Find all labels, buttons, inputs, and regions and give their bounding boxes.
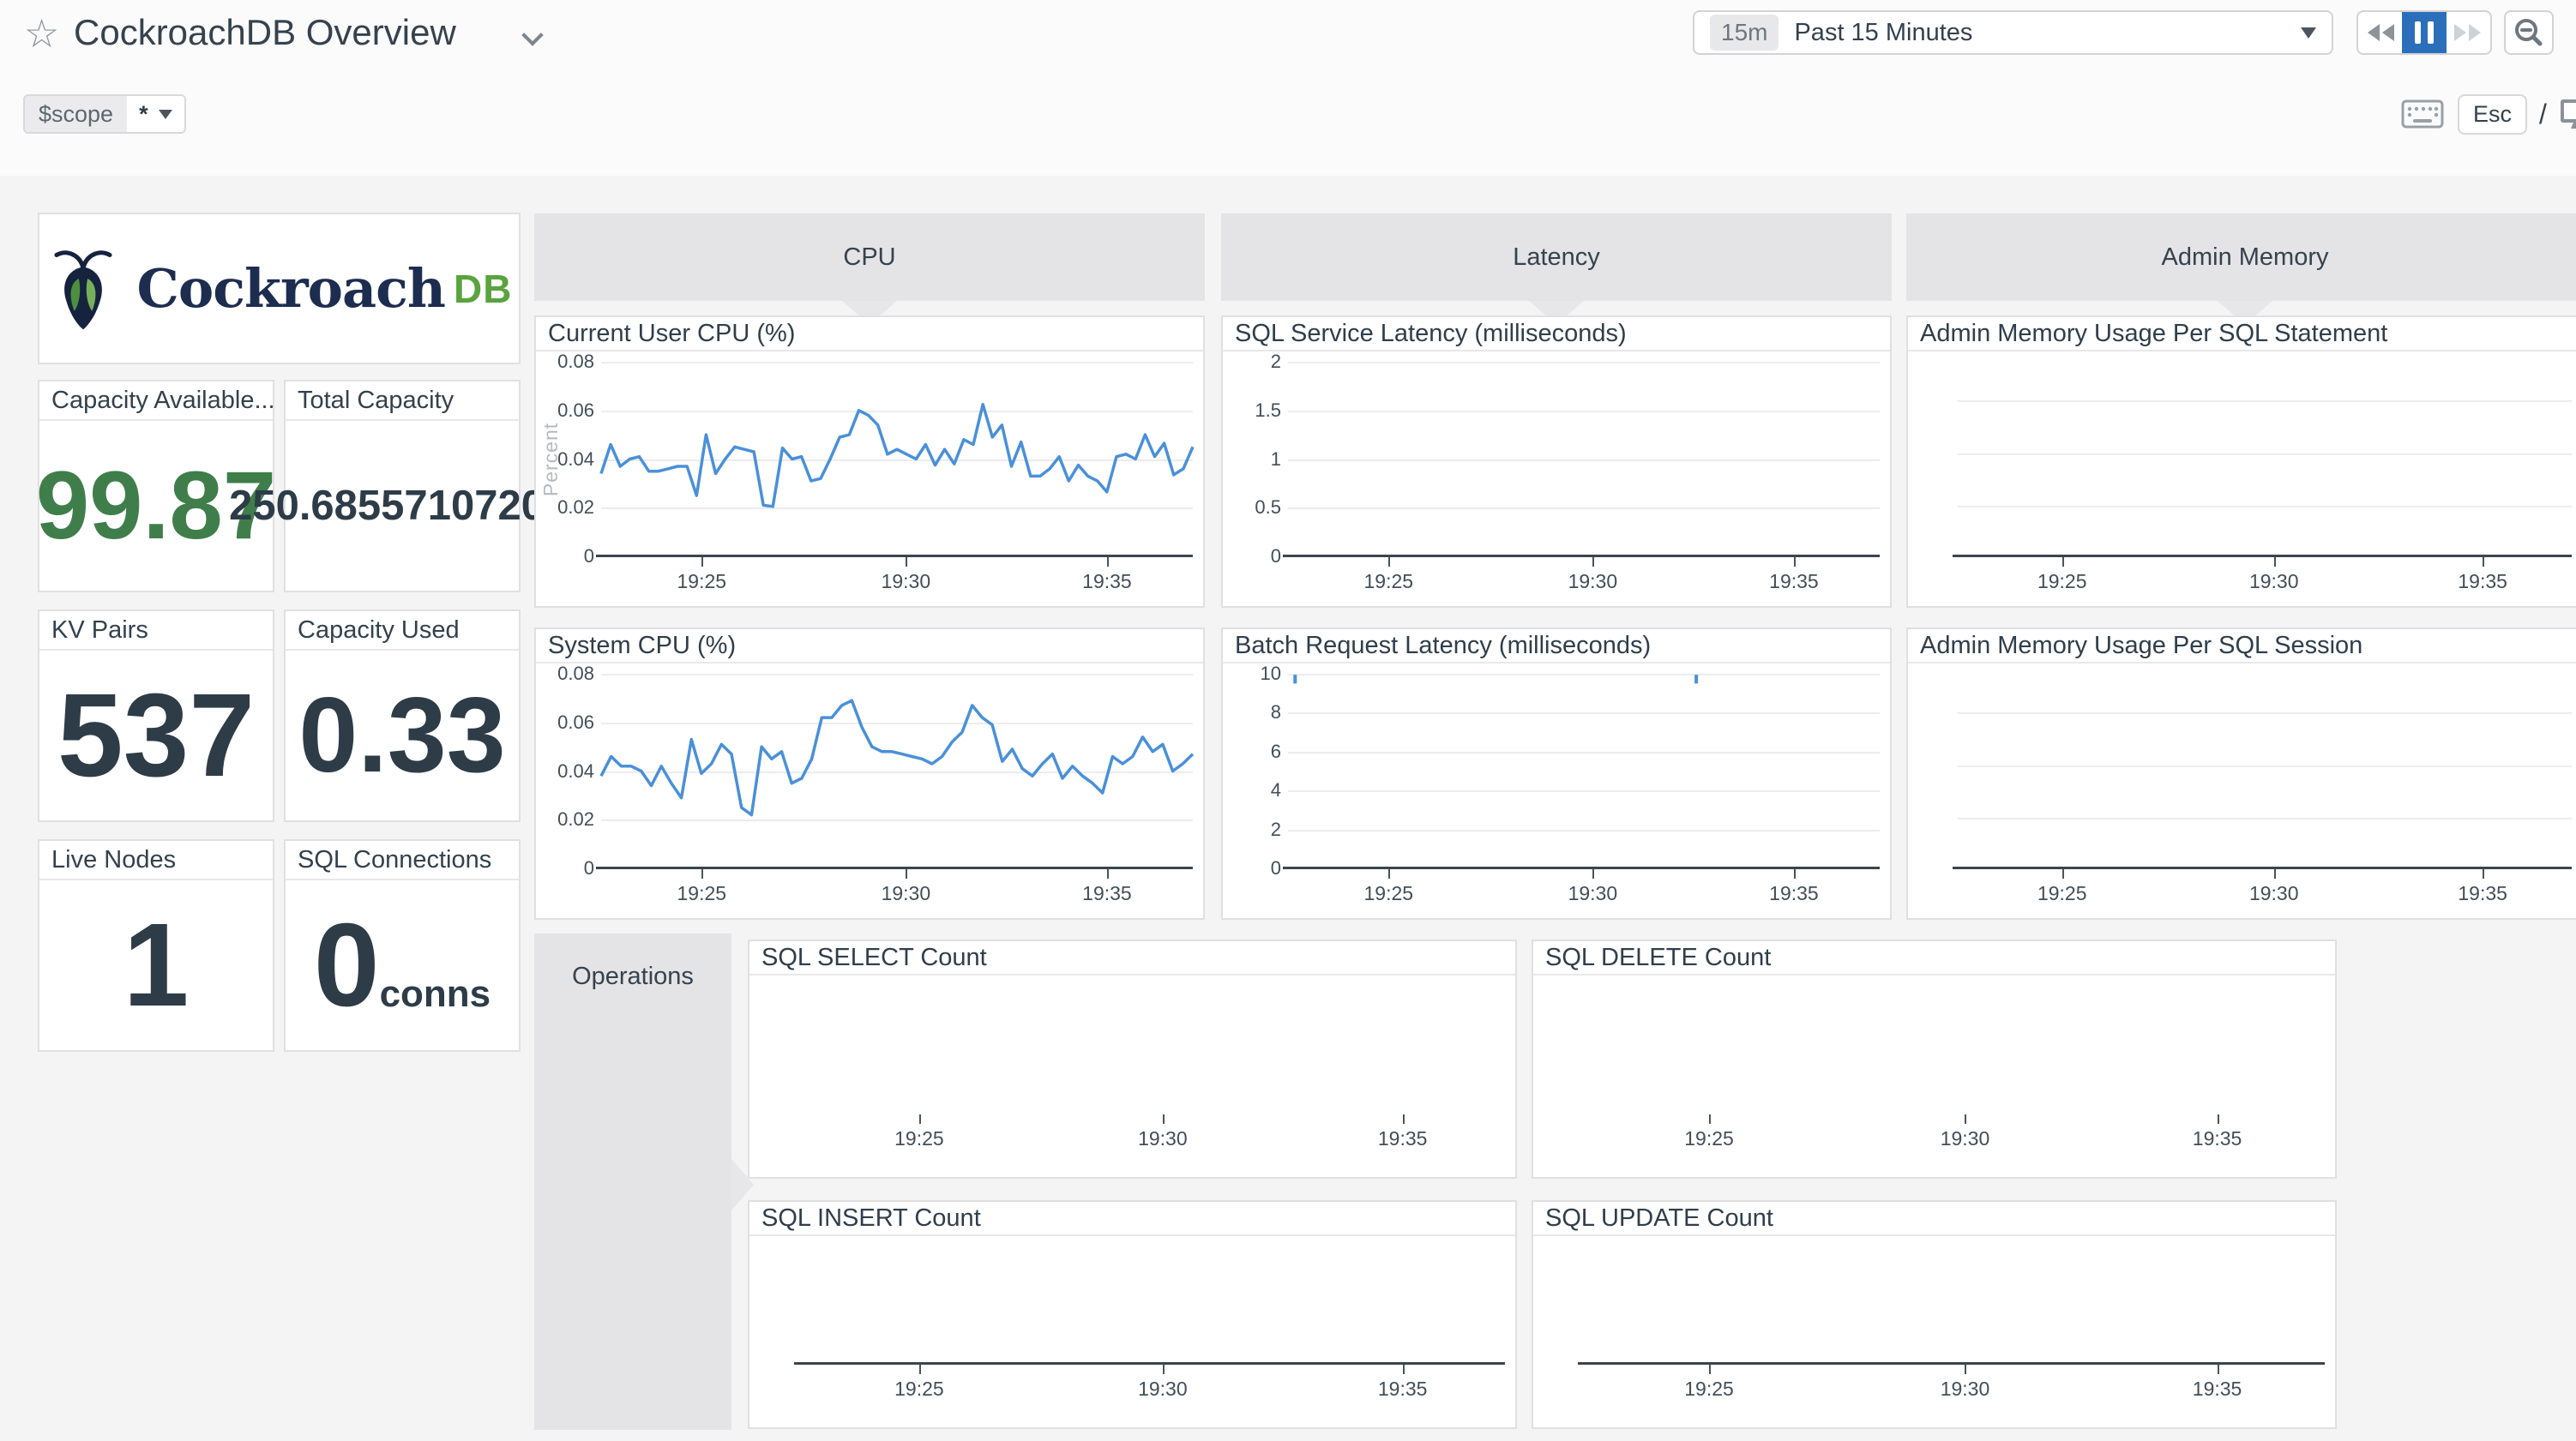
group-label: Admin Memory xyxy=(2162,243,2329,272)
chart-system-cpu[interactable]: System CPU (%) 0.080.060.040.02019:2519:… xyxy=(534,627,1205,920)
timeline-playback-controls xyxy=(2356,10,2492,55)
stat-capacity-used[interactable]: Capacity Used 0.33 xyxy=(284,609,521,822)
stat-sql-connections[interactable]: SQL Connections 0 conns xyxy=(284,839,521,1052)
stat-title: Capacity Used xyxy=(286,611,519,651)
cockroach-bug-icon xyxy=(46,244,120,333)
esc-key-badge[interactable]: Esc xyxy=(2458,94,2527,135)
chart-title: SQL INSERT Count xyxy=(749,1202,1515,1236)
dropdown-caret-icon xyxy=(2301,27,2316,39)
stat-unit: conns xyxy=(380,973,491,1016)
stat-kv-pairs[interactable]: KV Pairs 537 xyxy=(38,609,274,822)
fast-forward-icon xyxy=(2451,21,2485,45)
time-range-label: Past 15 Minutes xyxy=(1794,19,1972,47)
chart-plot-area: 19:2519:3019:35 xyxy=(799,986,1505,1114)
chart-title: Admin Memory Usage Per SQL Session xyxy=(1908,629,2576,663)
stat-value: 0 xyxy=(314,906,380,1024)
group-label: CPU xyxy=(843,243,895,272)
chart-sql-select-count[interactable]: SQL SELECT Count 19:2519:3019:35 xyxy=(748,940,1517,1179)
rewind-icon xyxy=(2363,21,2398,45)
time-range-picker[interactable]: 15m Past 15 Minutes xyxy=(1693,10,2333,55)
chart-title: System CPU (%) xyxy=(536,629,1203,663)
chart-admin-memory-per-sql-statement[interactable]: Admin Memory Usage Per SQL Statement 19:… xyxy=(1906,315,2576,608)
fullscreen-monitor-icon[interactable] xyxy=(2559,97,2576,131)
slash-separator: / xyxy=(2539,99,2547,130)
group-label: Operations xyxy=(572,963,694,991)
keyboard-shortcut-hints: Esc / xyxy=(2401,93,2576,135)
stat-value: 1 xyxy=(123,906,190,1024)
chart-title: Admin Memory Usage Per SQL Statement xyxy=(1908,317,2576,351)
group-header-latency: Latency xyxy=(1221,213,1892,301)
fast-forward-button[interactable] xyxy=(2447,12,2490,53)
chart-plot-area: 0.080.060.040.02019:2519:3019:35 xyxy=(601,674,1193,868)
chart-plot-area: 19:2519:3019:35 xyxy=(1958,362,2572,556)
chart-title: SQL Service Latency (milliseconds) xyxy=(1223,317,1890,351)
chart-plot-area: 108642019:2519:3019:35 xyxy=(1288,674,1880,868)
chart-sql-insert-count[interactable]: SQL INSERT Count 19:2519:3019:35 xyxy=(748,1200,1517,1429)
pause-icon xyxy=(2415,21,2421,44)
zoom-out-button[interactable] xyxy=(2504,10,2554,55)
chart-batch-request-latency[interactable]: Batch Request Latency (milliseconds) 108… xyxy=(1221,627,1892,920)
stat-total-capacity[interactable]: Total Capacity 250.6855710720 GB xyxy=(284,380,521,592)
group-header-operations: Operations xyxy=(534,934,731,1430)
stat-live-nodes[interactable]: Live Nodes 1 xyxy=(38,839,274,1052)
chart-admin-memory-per-sql-session[interactable]: Admin Memory Usage Per SQL Session 19:25… xyxy=(1906,627,2576,920)
title-chevron-down-icon[interactable] xyxy=(521,24,543,45)
chart-title: Batch Request Latency (milliseconds) xyxy=(1223,629,1890,663)
stat-title: Live Nodes xyxy=(39,841,273,880)
chart-sql-update-count[interactable]: SQL UPDATE Count 19:2519:3019:35 xyxy=(1532,1200,2337,1429)
stat-value: 250.6855710720 xyxy=(229,485,545,527)
magnifier-minus-icon xyxy=(2513,17,2544,48)
scope-variable-name: $scope xyxy=(25,96,127,132)
stat-title: Total Capacity xyxy=(286,381,519,421)
cockroachdb-logo-panel: Cockroach DB xyxy=(38,213,521,364)
time-range-badge: 15m xyxy=(1710,15,1779,51)
group-label: Latency xyxy=(1513,243,1600,272)
chart-title: Current User CPU (%) xyxy=(536,317,1203,351)
chart-title: SQL SELECT Count xyxy=(749,941,1515,976)
chart-plot-area: 19:2519:3019:35 xyxy=(1583,1246,2325,1364)
stat-title: KV Pairs xyxy=(39,611,273,651)
top-header: ☆ CockroachDB Overview 15m Past 15 Minut… xyxy=(0,0,2576,176)
chart-title: SQL UPDATE Count xyxy=(1533,1202,2335,1236)
group-header-cpu: CPU xyxy=(534,213,1205,301)
chart-plot-area: 19:2519:3019:35 xyxy=(1583,986,2325,1114)
scope-caret-icon xyxy=(159,110,172,119)
chart-title: SQL DELETE Count xyxy=(1533,941,2335,976)
template-variable-scope[interactable]: $scope * xyxy=(23,94,186,134)
brand-name: Cockroach xyxy=(137,257,445,320)
chart-sql-delete-count[interactable]: SQL DELETE Count 19:2519:3019:35 xyxy=(1532,940,2337,1179)
group-header-admin-memory: Admin Memory xyxy=(1906,213,2576,301)
brand-suffix: DB xyxy=(454,266,512,312)
rewind-button[interactable] xyxy=(2358,12,2402,53)
chart-plot-area: 19:2519:3019:35 xyxy=(799,1246,1505,1364)
favorite-star-icon[interactable]: ☆ xyxy=(24,14,59,53)
scope-variable-value: * xyxy=(139,101,148,128)
chart-plot-area: 0.080.060.040.02019:2519:3019:35Percent xyxy=(601,362,1193,556)
stat-value: 537 xyxy=(57,676,255,795)
chart-current-user-cpu[interactable]: Current User CPU (%) 0.080.060.040.02019… xyxy=(534,315,1205,608)
stat-title: Capacity Available... xyxy=(39,381,273,421)
chart-plot-area: 21.510.5019:2519:3019:35 xyxy=(1288,362,1880,556)
stat-title: SQL Connections xyxy=(286,841,519,880)
page-title: CockroachDB Overview xyxy=(74,12,456,53)
chart-sql-service-latency[interactable]: SQL Service Latency (milliseconds) 21.51… xyxy=(1221,315,1892,608)
stat-value: 0.33 xyxy=(298,682,505,789)
pause-button[interactable] xyxy=(2402,12,2446,53)
chart-plot-area: 19:2519:3019:35 xyxy=(1958,674,2572,868)
keyboard-icon xyxy=(2401,99,2444,129)
